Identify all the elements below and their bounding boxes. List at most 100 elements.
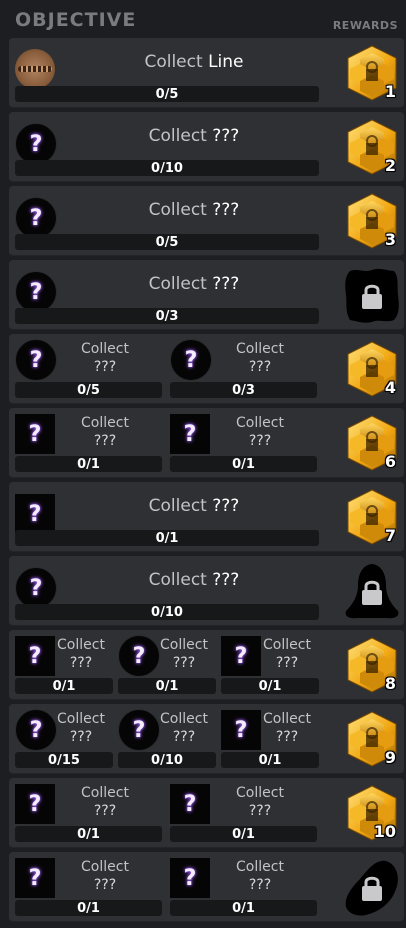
objective-text: Collect??? — [210, 340, 310, 376]
collect-label: Collect — [81, 859, 129, 875]
collect-target: Line — [208, 52, 244, 72]
unknown-item-icon: ? — [15, 567, 57, 609]
progress-bar: 0/5 — [15, 86, 319, 102]
reward-slot[interactable] — [342, 561, 402, 621]
objective-text: Collect??? — [154, 710, 214, 746]
objective-row[interactable]: ? Collect??? 0/1? Collect??? 0/1 6 — [9, 408, 404, 478]
progress-bar: 0/5 — [15, 234, 319, 250]
collect-target: ??? — [275, 655, 299, 671]
reward-slot[interactable]: 10 — [342, 783, 402, 843]
collect-label: Collect — [81, 341, 129, 357]
collect-target: ??? — [212, 126, 240, 146]
progress-bar: 0/1 — [170, 456, 317, 472]
collect-target: ??? — [93, 359, 117, 375]
collect-label: Collect — [148, 126, 207, 146]
objective-text: Collect Line — [69, 52, 319, 72]
collect-target: ??? — [93, 877, 117, 893]
collect-target: ??? — [172, 655, 196, 671]
progress-bar: 0/1 — [15, 900, 162, 916]
collect-target: ??? — [248, 359, 272, 375]
collect-label: Collect — [236, 415, 284, 431]
header: OBJECTIVE REWARDS — [0, 0, 406, 38]
unknown-item-icon: ? — [170, 784, 210, 824]
locked-reward-icon — [345, 564, 399, 619]
reward-number: 2 — [384, 156, 396, 175]
collect-label: Collect — [57, 711, 105, 727]
collect-label: Collect — [148, 496, 207, 516]
objective-row[interactable]: ? Collect ??? 0/10 2 — [9, 112, 404, 182]
collect-label: Collect — [236, 341, 284, 357]
collect-target: ??? — [212, 496, 240, 516]
objective-row[interactable]: ? Collect??? 0/5? Collect??? 0/3 4 — [9, 334, 404, 404]
progress-bar: 0/5 — [15, 382, 162, 398]
progress-bar: 0/15 — [15, 752, 113, 768]
objective-text: Collect??? — [55, 340, 155, 376]
unknown-item-icon: ? — [221, 710, 261, 750]
reward-slot[interactable] — [342, 857, 402, 917]
objective-row[interactable]: Collect Line 0/5 1 — [9, 38, 404, 108]
objective-text: Collect??? — [210, 784, 310, 820]
collect-label: Collect — [57, 637, 105, 653]
progress-bar: 0/10 — [118, 752, 216, 768]
unknown-item-icon: ? — [15, 271, 57, 313]
objective-text: Collect??? — [55, 414, 155, 450]
collect-target: ??? — [248, 803, 272, 819]
reward-slot[interactable]: 7 — [342, 487, 402, 547]
objective-text: Collect ??? — [69, 200, 319, 220]
reward-slot[interactable]: 3 — [342, 191, 402, 251]
unknown-item-icon: ? — [170, 339, 212, 381]
collect-target: ??? — [212, 200, 240, 220]
collect-label: Collect — [81, 415, 129, 431]
objective-row[interactable]: ? Collect ??? 0/3 — [9, 260, 404, 330]
collect-label: Collect — [148, 200, 207, 220]
reward-number: 10 — [373, 822, 396, 841]
unknown-item-icon: ? — [170, 414, 210, 454]
locked-reward-icon — [345, 268, 399, 323]
collect-target: ??? — [212, 570, 240, 590]
progress-bar: 0/10 — [15, 604, 319, 620]
unknown-item-icon: ? — [15, 494, 55, 534]
collect-label: Collect — [81, 785, 129, 801]
reward-number: 1 — [384, 82, 396, 101]
objective-row[interactable]: ? Collect??? 0/1? Collect??? 0/1 — [9, 852, 404, 922]
objective-row[interactable]: ? Collect??? 0/15? Collect??? 0/10? Collect??… — [9, 704, 404, 774]
objective-text: Collect??? — [51, 710, 111, 746]
progress-bar: 0/1 — [221, 678, 319, 694]
locked-reward-icon — [345, 860, 398, 916]
progress-bar: 0/1 — [170, 900, 317, 916]
collect-target: ??? — [69, 729, 93, 745]
progress-bar: 0/3 — [15, 308, 319, 324]
collect-label: Collect — [160, 711, 208, 727]
objective-row[interactable]: ? Collect ??? 0/10 — [9, 556, 404, 626]
progress-bar: 0/3 — [170, 382, 317, 398]
unknown-item-icon: ? — [15, 123, 57, 165]
objective-text: Collect??? — [210, 414, 310, 450]
reward-number: 6 — [384, 452, 396, 471]
reward-slot[interactable]: 2 — [342, 117, 402, 177]
reward-number: 9 — [384, 748, 396, 767]
objective-text: Collect??? — [210, 858, 310, 894]
collect-label: Collect — [236, 859, 284, 875]
objective-text: Collect??? — [55, 858, 155, 894]
reward-number: 3 — [384, 230, 396, 249]
reward-slot[interactable]: 9 — [342, 709, 402, 769]
objective-row[interactable]: ? Collect ??? 0/1 7 — [9, 482, 404, 552]
objective-row[interactable]: ? Collect ??? 0/5 3 — [9, 186, 404, 256]
objective-row[interactable]: ? Collect??? 0/1? Collect??? 0/1? Collect??? 0… — [9, 630, 404, 700]
reward-slot[interactable]: 4 — [342, 339, 402, 399]
unknown-item-icon: ? — [15, 414, 55, 454]
objective-text: Collect ??? — [69, 126, 319, 146]
collect-target: ??? — [93, 803, 117, 819]
reward-slot[interactable] — [342, 265, 402, 325]
reward-slot[interactable]: 6 — [342, 413, 402, 473]
objective-text: Collect??? — [51, 636, 111, 672]
progress-bar: 0/1 — [15, 826, 162, 842]
progress-bar: 0/1 — [221, 752, 319, 768]
objective-text: Collect ??? — [69, 274, 319, 294]
objective-text: Collect ??? — [69, 496, 319, 516]
line-item-icon — [15, 49, 55, 89]
reward-slot[interactable]: 1 — [342, 43, 402, 103]
objective-row[interactable]: ? Collect??? 0/1? Collect??? 0/1 10 — [9, 778, 404, 848]
objective-title: OBJECTIVE — [15, 9, 137, 31]
reward-slot[interactable]: 8 — [342, 635, 402, 695]
